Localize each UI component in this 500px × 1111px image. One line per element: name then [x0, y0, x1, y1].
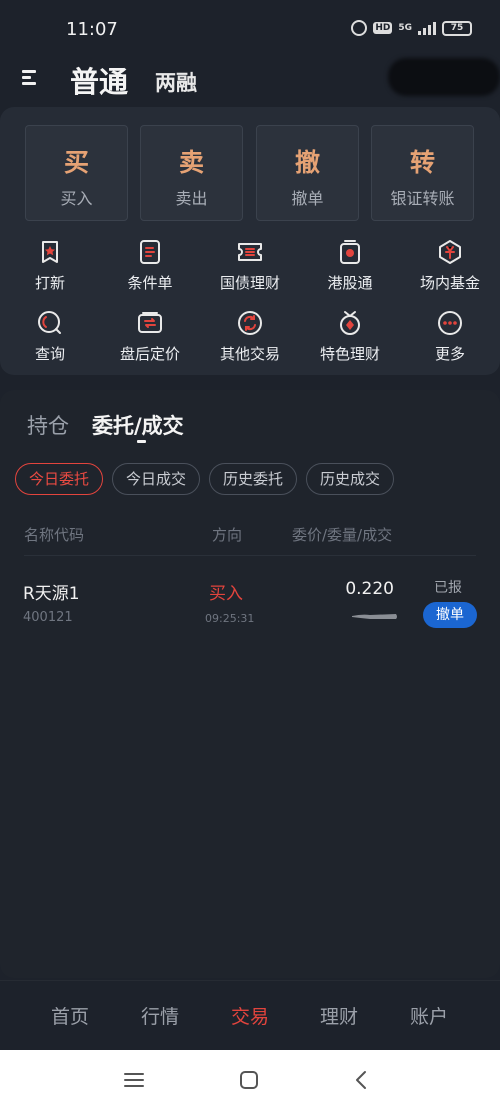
grid-item-query[interactable]: 查询 — [5, 309, 95, 364]
bank-transfer-button[interactable]: 转 银证转账 — [371, 125, 474, 221]
order-status: 已报 — [434, 580, 462, 596]
transfer-glyph: 转 — [409, 148, 435, 177]
recents-icon[interactable] — [122, 1068, 146, 1092]
network-label: 5G — [398, 23, 412, 33]
header-name-code: 名称代码 — [24, 526, 85, 544]
nav-account[interactable]: 账户 — [389, 1002, 469, 1029]
treasury-icon — [238, 243, 262, 261]
orders-card: 持仓 委托/成交 今日委托 今日成交 历史委托 历史成交 名称代码 方向 委价/… — [0, 390, 500, 978]
buy-glyph: 买 — [63, 148, 89, 177]
status-time: 11:07 — [66, 19, 118, 40]
nav-wealth[interactable]: 理财 — [299, 1002, 379, 1029]
order-direction: 买入 — [209, 584, 243, 604]
grid-label-after-hours: 盘后定价 — [119, 345, 180, 363]
account-type-normal[interactable]: 普通 — [70, 59, 128, 101]
chip-today-deal[interactable]: 今日成交 — [112, 463, 200, 495]
grid-item-ipo[interactable]: 打新 — [5, 238, 95, 293]
more-icon — [438, 311, 462, 335]
sell-button[interactable]: 卖 卖出 — [140, 125, 243, 221]
query-icon — [38, 311, 61, 334]
grid-item-hk-connect[interactable]: 港股通 — [305, 238, 395, 293]
battery-icon: 75 — [442, 20, 472, 36]
condition-order-icon — [140, 240, 160, 264]
system-nav-bar — [0, 1050, 500, 1111]
hd-icon: HD — [373, 22, 393, 34]
signal-icon — [418, 21, 436, 35]
chip-history-deal[interactable]: 历史成交 — [306, 463, 394, 495]
cancel-order-button[interactable]: 撤 撤单 — [256, 125, 359, 221]
account-info-redacted[interactable] — [388, 58, 500, 96]
order-price: 0.220 — [345, 579, 394, 599]
grid-item-after-hours[interactable]: 盘后定价 — [105, 309, 195, 364]
menu-icon[interactable] — [22, 68, 40, 86]
fund-icon — [439, 240, 461, 264]
grid-item-treasury[interactable]: 国债理财 — [205, 238, 295, 293]
sell-label: 卖出 — [175, 189, 208, 208]
ipo-icon — [42, 241, 58, 263]
grid-label-condition-order: 条件单 — [127, 274, 173, 292]
trade-panel: 买 买入 卖 卖出 撤 撤单 转 银证转账 打新 条件单 国债理财 港股通 场内… — [0, 107, 500, 375]
bottom-nav: 首页 行情 交易 理财 账户 — [0, 980, 500, 1050]
status-icons: HD 5G 75 — [351, 20, 472, 36]
grid-item-fund[interactable]: 场内基金 — [405, 238, 495, 293]
nav-home[interactable]: 首页 — [30, 1002, 110, 1029]
header: 普通 两融 — [0, 56, 500, 104]
buy-label: 买入 — [60, 189, 93, 208]
grid-label-more: 更多 — [434, 345, 465, 363]
grid-label-other-trade: 其他交易 — [219, 345, 280, 363]
grid-item-more[interactable]: 更多 — [405, 309, 495, 364]
order-time: 09:25:31 — [205, 612, 255, 625]
chip-history-entrust[interactable]: 历史委托 — [209, 463, 297, 495]
grid-label-treasury: 国债理财 — [219, 274, 280, 292]
grid-item-condition-order[interactable]: 条件单 — [105, 238, 195, 293]
header-price-qty: 委价/委量/成交 — [292, 526, 393, 544]
account-type-margin[interactable]: 两融 — [155, 67, 197, 97]
chip-today-entrust[interactable]: 今日委托 — [15, 463, 103, 495]
grid-item-featured-wealth[interactable]: 特色理财 — [305, 309, 395, 364]
cancel-glyph: 撤 — [294, 148, 320, 177]
header-direction: 方向 — [212, 526, 243, 544]
nav-trade[interactable]: 交易 — [210, 1002, 290, 1029]
tab-entrust[interactable]: 委托/成交 — [92, 410, 184, 440]
cancel-order-row-button[interactable]: 撤单 — [423, 602, 477, 628]
back-icon[interactable] — [350, 1068, 374, 1092]
transfer-label: 银证转账 — [390, 189, 455, 208]
header-divider — [24, 555, 476, 556]
nav-market[interactable]: 行情 — [120, 1002, 200, 1029]
status-bar: 11:07 HD 5G 75 — [0, 0, 500, 56]
grid-label-hk-connect: 港股通 — [327, 274, 373, 292]
after-hours-icon — [138, 312, 162, 333]
buy-button[interactable]: 买 买入 — [25, 125, 128, 221]
tab-indicator — [137, 440, 146, 443]
featured-wealth-icon — [340, 311, 360, 335]
grid-label-fund: 场内基金 — [419, 274, 480, 292]
stock-name: R天源1 — [23, 584, 80, 604]
other-trade-icon — [238, 311, 262, 335]
order-qty-redacted — [352, 614, 397, 619]
stock-code: 400121 — [23, 610, 73, 625]
grid-label-ipo: 打新 — [34, 274, 65, 292]
cancel-label: 撤单 — [291, 189, 324, 208]
home-icon[interactable] — [237, 1068, 261, 1092]
grid-label-query: 查询 — [34, 345, 65, 363]
hk-connect-icon — [340, 240, 360, 264]
alarm-icon — [351, 20, 368, 36]
grid-label-featured-wealth: 特色理财 — [319, 345, 380, 363]
tab-holdings[interactable]: 持仓 — [27, 410, 69, 440]
grid-item-other-trade[interactable]: 其他交易 — [205, 309, 295, 364]
sell-glyph: 卖 — [178, 148, 204, 177]
